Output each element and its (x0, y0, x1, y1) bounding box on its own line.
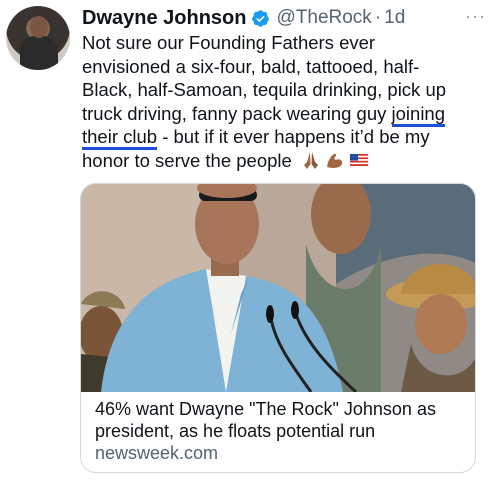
card-title-line: 46% want Dwayne "The Rock" Johnson as (95, 399, 436, 419)
folded-hands-emoji-icon (303, 151, 318, 169)
card-title: 46% want Dwayne "The Rock" Johnson as pr… (95, 398, 467, 442)
more-options-icon[interactable]: ··· (465, 6, 486, 27)
flexed-biceps-emoji-icon (326, 153, 343, 168)
card-domain: newsweek.com (95, 443, 219, 463)
author-handle[interactable]: @TheRock (276, 7, 371, 29)
us-flag-emoji-icon (349, 153, 369, 166)
underlined-phrase: their club (82, 126, 158, 150)
avatar[interactable] (6, 6, 70, 70)
card-title-line: president, as he floats potential run (95, 421, 376, 441)
tweet-header: Dwayne Johnson @TheRock · 1d (82, 6, 405, 30)
tweet-segment: - but if it ever happens it’d be my (157, 126, 430, 147)
tweet-line: Black, half-Samoan, tequila drinking, pi… (82, 79, 447, 100)
card-text: 46% want Dwayne "The Rock" Johnson as pr… (95, 398, 467, 464)
avatar-head (30, 16, 48, 38)
verified-badge-icon (252, 9, 270, 27)
card-image (81, 184, 475, 392)
tweet-line: their club - but if it ever happens it’d… (82, 125, 482, 150)
link-preview-card[interactable]: 46% want Dwayne "The Rock" Johnson as pr… (80, 183, 476, 473)
tweet-text: Not sure our Founding Fathers ever envis… (82, 31, 482, 172)
separator-dot: · (374, 7, 382, 28)
tweet-segment: honor to serve the people (82, 149, 292, 171)
tweet-segment: truck driving, fanny pack wearing guy (82, 102, 392, 124)
underlined-phrase: joining (391, 102, 446, 127)
timestamp[interactable]: 1d (384, 7, 405, 29)
tweet-line: envisioned a six-four, bald, tattooed, h… (82, 55, 420, 77)
tweet-line: honor to serve the people (82, 149, 482, 173)
tweet-line: truck driving, fanny pack wearing guy jo… (82, 102, 482, 127)
avatar-body (20, 36, 58, 70)
tweet-line: Not sure our Founding Fathers ever (82, 32, 376, 53)
author-name[interactable]: Dwayne Johnson (82, 7, 246, 30)
